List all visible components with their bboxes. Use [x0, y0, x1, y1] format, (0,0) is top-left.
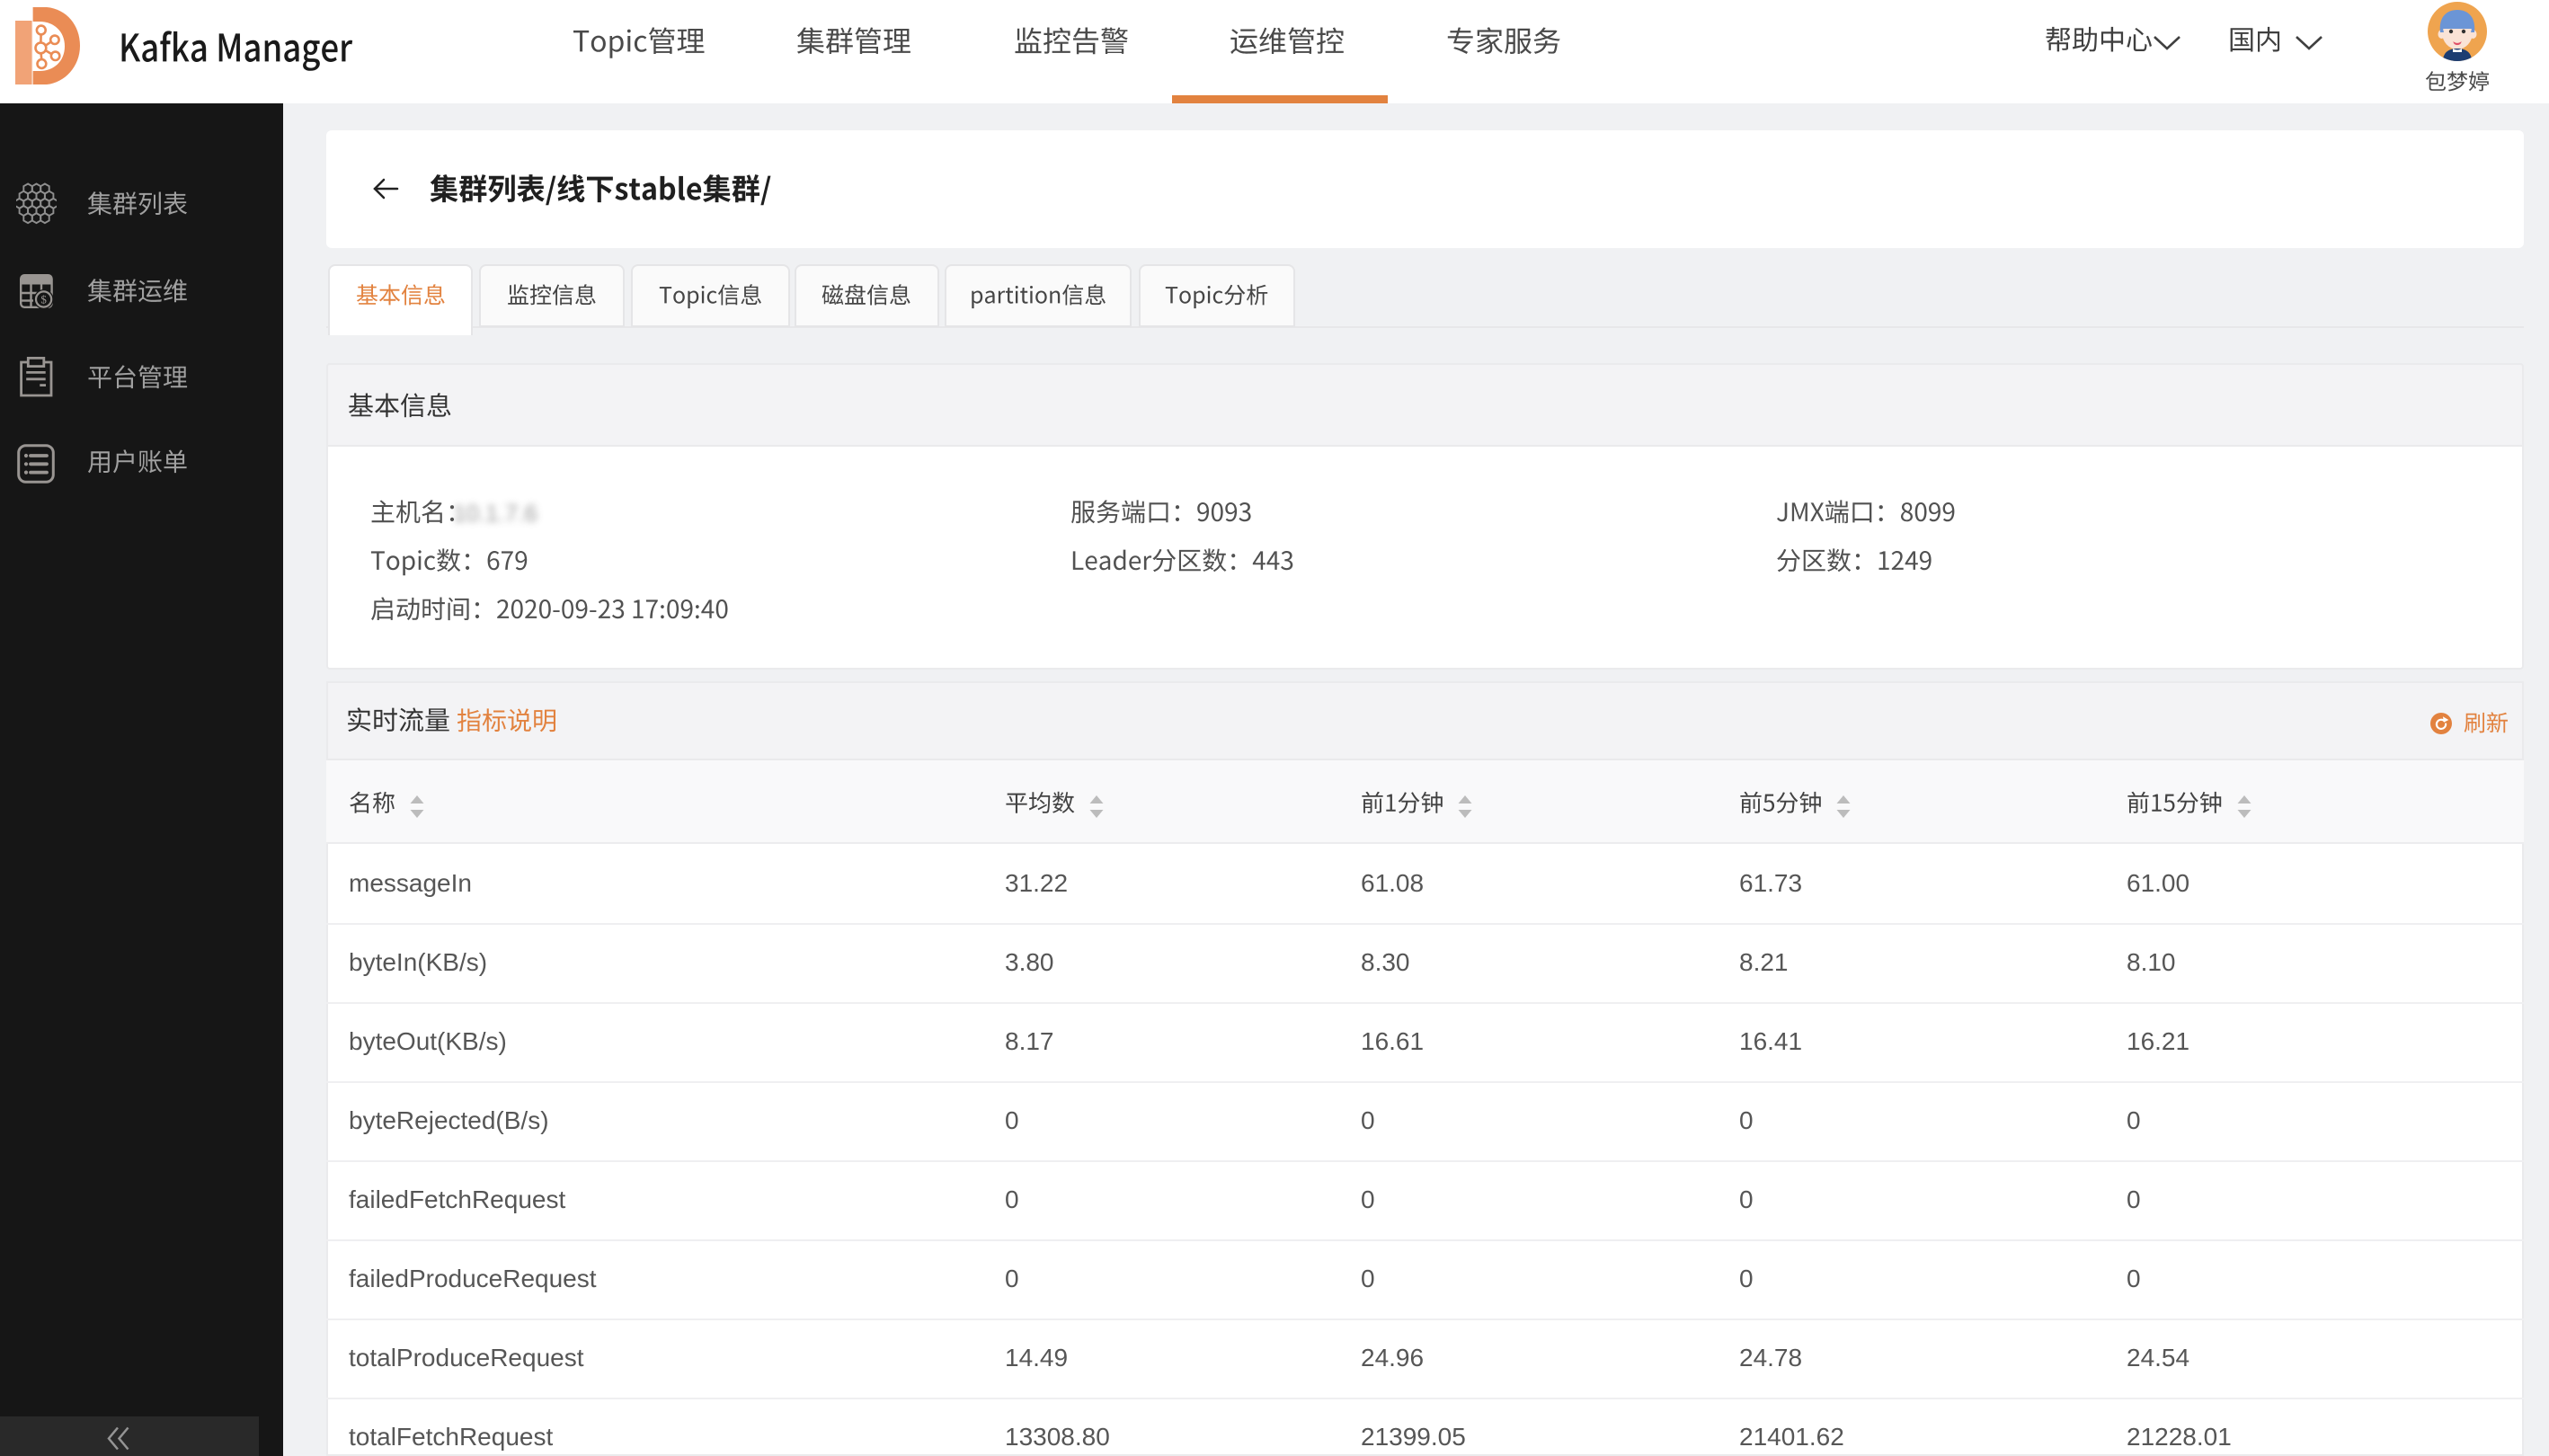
svg-text:$: $	[40, 293, 47, 306]
